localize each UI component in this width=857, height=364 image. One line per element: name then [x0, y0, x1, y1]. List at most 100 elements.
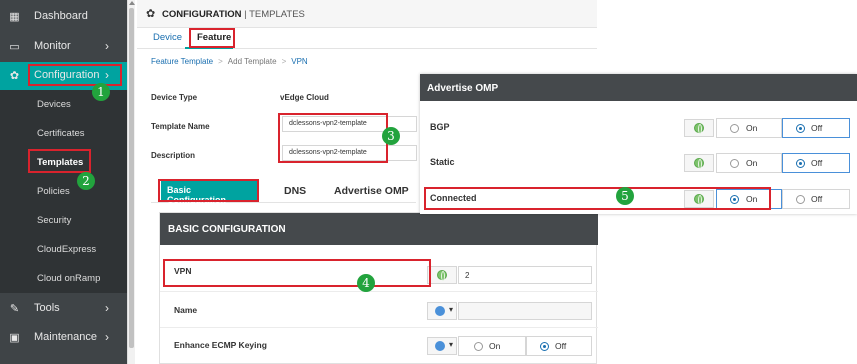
gear-icon: ✿	[146, 8, 156, 20]
chevron-right-icon: ›	[105, 330, 109, 344]
wrench-gear-icon: ✿	[9, 70, 20, 82]
bgp-off-radio[interactable]: Off	[782, 118, 850, 138]
title-main: CONFIGURATION	[162, 9, 242, 20]
description-label: Description	[151, 151, 196, 160]
section-heading: Advertise OMP	[420, 74, 857, 101]
highlight-box	[189, 28, 235, 48]
maintenance-icon: ▣	[9, 332, 20, 344]
breadcrumb-separator: >	[281, 57, 287, 66]
vpn-input[interactable]: 2	[458, 266, 592, 284]
basic-configuration-panel: BASIC CONFIGURATION VPN 2 Name ▾ Enhance…	[159, 212, 598, 364]
highlight-box	[424, 187, 771, 210]
device-type-value: vEdge Cloud	[280, 93, 329, 102]
breadcrumb-separator: >	[218, 57, 223, 66]
global-scope-button[interactable]	[684, 119, 714, 137]
radio-label: Off	[555, 341, 567, 351]
sidebar-item-policies[interactable]: Policies	[0, 177, 127, 206]
connected-off-radio[interactable]: Off	[782, 189, 850, 209]
nav-maintenance[interactable]: ▣ Maintenance ›	[0, 324, 127, 352]
chevron-right-icon: ›	[105, 301, 109, 315]
step-badge-1: 1	[92, 83, 110, 101]
nav-monitor[interactable]: ▭ Monitor ›	[0, 33, 127, 61]
highlight-box	[28, 149, 91, 173]
static-on-radio[interactable]: On	[716, 153, 782, 173]
step-badge-4: 4	[357, 274, 375, 292]
globe-icon	[694, 123, 704, 134]
breadcrumb-current: VPN	[291, 57, 308, 66]
sidebar-scrollbar[interactable]	[127, 0, 135, 364]
sub-label: Devices	[37, 99, 71, 110]
chevron-down-icon: ▾	[449, 340, 454, 349]
row-divider	[160, 327, 598, 328]
tab-advertise-omp[interactable]: Advertise OMP	[334, 185, 409, 197]
page-header: ✿ CONFIGURATION | TEMPLATES	[137, 0, 597, 28]
scroll-thumb[interactable]	[129, 8, 134, 348]
breadcrumb: Feature Template > Add Template > VPN	[151, 57, 308, 66]
sub-label: Certificates	[37, 128, 85, 139]
ecmp-on-radio[interactable]: On	[458, 336, 526, 356]
name-input[interactable]	[458, 302, 592, 320]
highlight-box	[28, 64, 122, 86]
check-circle-icon	[435, 341, 445, 351]
chevron-right-icon: ›	[105, 39, 109, 53]
static-off-radio[interactable]: Off	[782, 153, 850, 173]
title-sub: TEMPLATES	[249, 9, 305, 20]
radio-label: Off	[811, 158, 823, 168]
radio-label: On	[489, 341, 501, 351]
nav-label: Dashboard	[34, 10, 88, 22]
sidebar: ▦ Dashboard ▭ Monitor › ✿ Configuration …	[0, 0, 127, 364]
global-scope-button[interactable]	[684, 154, 714, 172]
ecmp-label: Enhance ECMP Keying	[174, 340, 267, 350]
default-scope-dropdown[interactable]: ▾	[427, 337, 457, 355]
sidebar-item-cloud-onramp[interactable]: Cloud onRamp	[0, 264, 127, 293]
check-circle-icon	[435, 306, 445, 316]
omp-bgp-label: BGP	[430, 122, 450, 132]
highlight-box	[278, 113, 388, 163]
sidebar-item-cloudexpress[interactable]: CloudExpress	[0, 235, 127, 264]
radio-label: Off	[811, 123, 823, 133]
bgp-on-radio[interactable]: On	[716, 118, 782, 138]
tab-dns[interactable]: DNS	[284, 185, 306, 197]
globe-icon	[437, 270, 447, 281]
radio-label: On	[746, 123, 758, 133]
title-separator: |	[241, 9, 250, 20]
radio-label: On	[746, 158, 758, 168]
radio-dot	[474, 342, 483, 351]
sub-label: CloudExpress	[37, 244, 97, 255]
radio-dot	[730, 159, 739, 168]
nav-label: Monitor	[34, 40, 71, 52]
name-label: Name	[174, 305, 198, 315]
monitor-icon: ▭	[9, 41, 20, 53]
radio-label: Off	[811, 194, 823, 204]
breadcrumb-link[interactable]: Feature Template	[151, 57, 213, 66]
radio-dot	[540, 342, 549, 351]
sub-label: Policies	[37, 186, 70, 197]
nav-label: Tools	[34, 302, 60, 314]
nav-tools[interactable]: ✎ Tools ›	[0, 295, 127, 323]
global-scope-button[interactable]	[427, 266, 457, 284]
ecmp-off-radio[interactable]: Off	[526, 336, 592, 356]
tab-device[interactable]: Device	[153, 32, 182, 43]
default-scope-dropdown[interactable]: ▾	[427, 302, 457, 320]
step-badge-5: 5	[616, 187, 634, 205]
device-type-label: Device Type	[151, 93, 198, 102]
radio-dot	[796, 124, 805, 133]
highlight-box	[158, 179, 259, 202]
scroll-up-icon[interactable]	[129, 1, 135, 5]
step-badge-3: 3	[382, 127, 400, 145]
radio-dot	[796, 195, 805, 204]
nav-dashboard[interactable]: ▦ Dashboard	[0, 3, 127, 31]
sidebar-item-security[interactable]: Security	[0, 206, 127, 235]
sub-label: Security	[37, 215, 72, 226]
dashboard-icon: ▦	[9, 11, 20, 23]
tools-icon: ✎	[9, 303, 20, 315]
highlight-box	[163, 259, 431, 287]
row-divider	[160, 291, 598, 292]
sidebar-item-certificates[interactable]: Certificates	[0, 119, 127, 148]
section-heading: BASIC CONFIGURATION	[160, 213, 598, 245]
nav-label: Maintenance	[34, 331, 97, 343]
breadcrumb-item: Add Template	[227, 57, 277, 66]
chevron-down-icon: ▾	[449, 305, 454, 314]
radio-dot	[796, 159, 805, 168]
omp-static-label: Static	[430, 157, 455, 167]
